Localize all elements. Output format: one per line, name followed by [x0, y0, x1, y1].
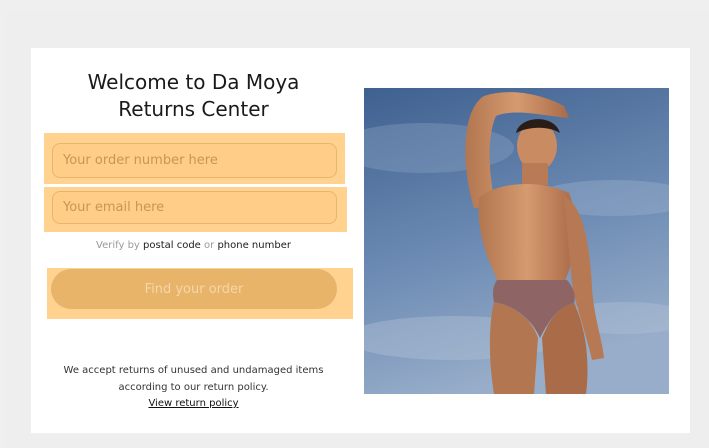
view-return-policy-link-wrap: View return policy: [44, 398, 343, 409]
verify-or: or: [204, 240, 215, 251]
verify-phone-number-link[interactable]: phone number: [217, 240, 291, 251]
page-title: Welcome to Da Moya Returns Center: [44, 69, 343, 123]
order-number-input[interactable]: Your order number here: [52, 143, 337, 178]
note-line-2: according to our return policy.: [118, 382, 269, 393]
verify-postal-code-link[interactable]: postal code: [143, 240, 201, 251]
return-policy-note: We accept returns of unused and undamage…: [44, 362, 343, 396]
title-line-1: Welcome to Da Moya: [87, 70, 300, 94]
title-line-2: Returns Center: [118, 97, 269, 121]
model-photo: [364, 88, 669, 394]
order-number-placeholder: Your order number here: [63, 153, 218, 168]
email-placeholder: Your email here: [63, 200, 165, 215]
note-line-1: We accept returns of unused and undamage…: [63, 365, 324, 376]
email-input[interactable]: Your email here: [52, 191, 337, 224]
verify-prefix: Verify by: [96, 240, 140, 251]
find-order-label: Find your order: [144, 281, 244, 297]
find-order-button[interactable]: Find your order: [51, 269, 337, 309]
verify-options: Verify by postal code or phone number: [44, 240, 343, 251]
view-return-policy-link[interactable]: View return policy: [148, 398, 238, 409]
